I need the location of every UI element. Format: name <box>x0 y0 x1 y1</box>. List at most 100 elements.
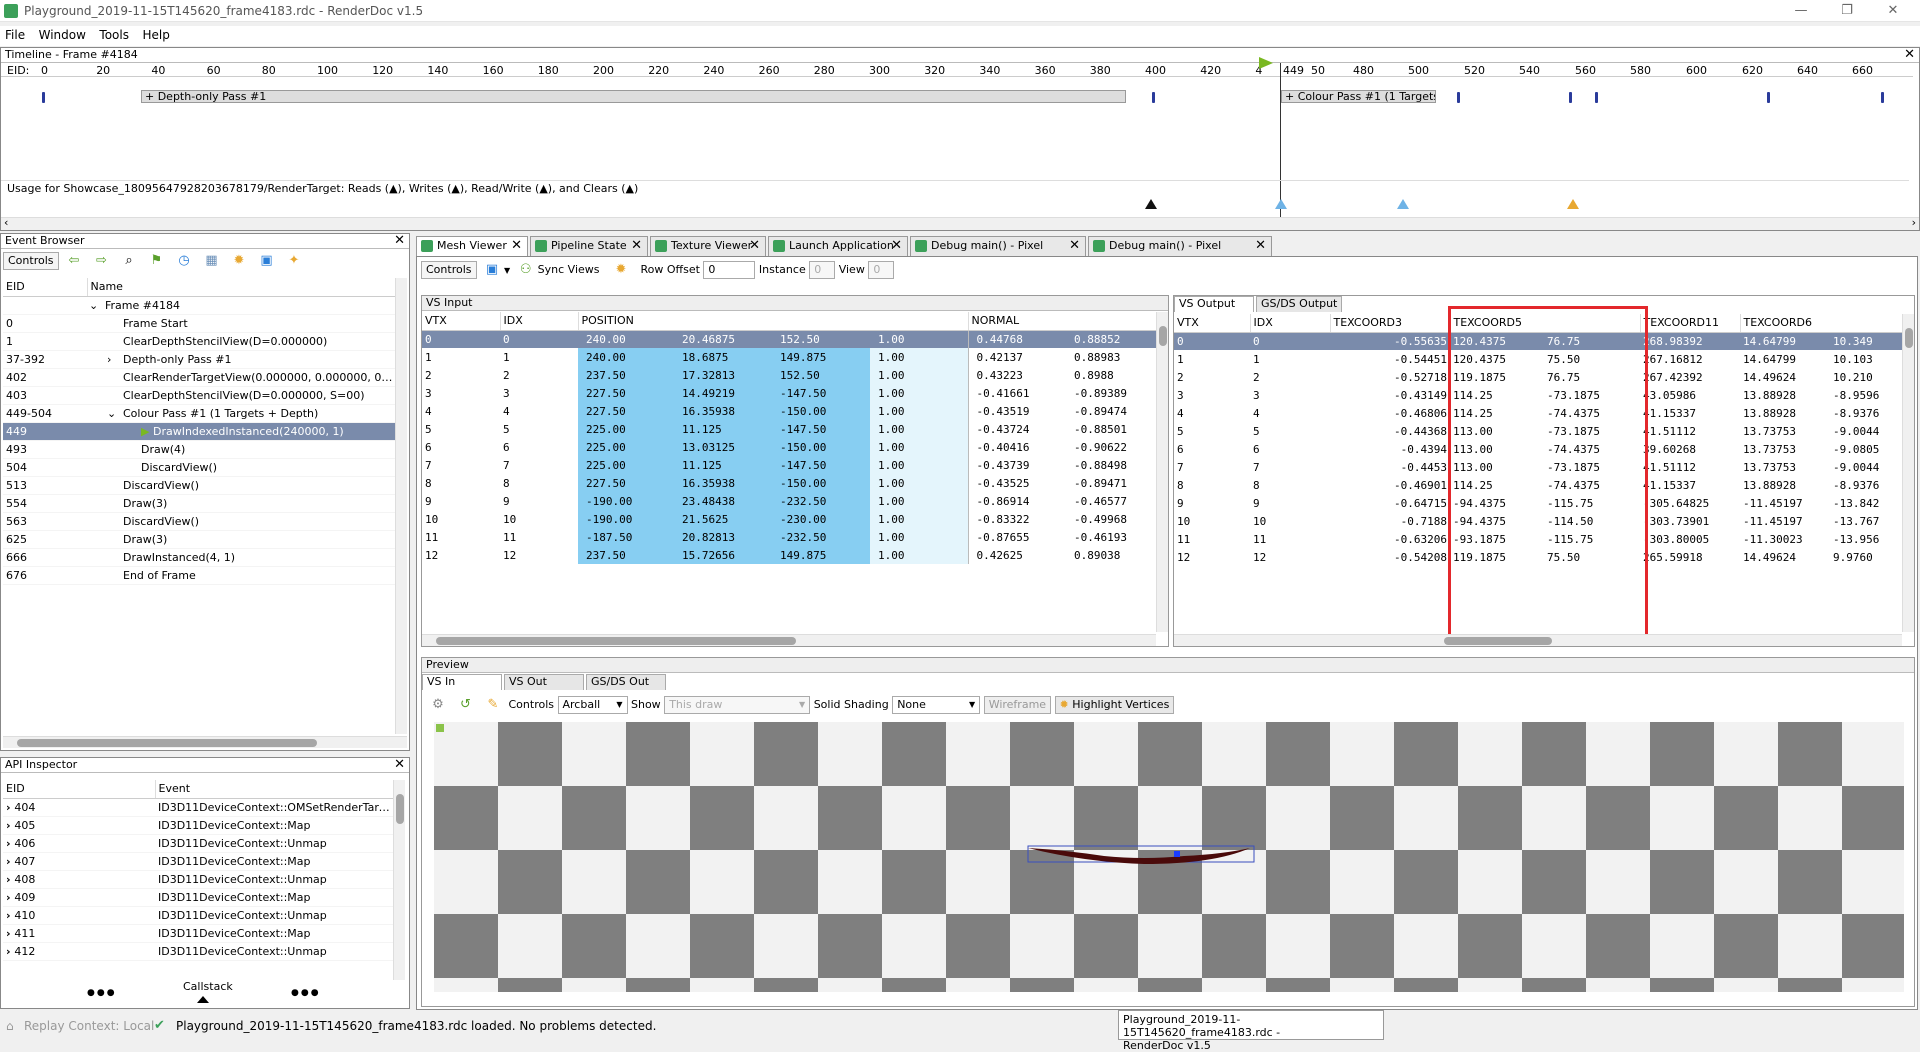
api-row[interactable]: › 405 ID3D11DeviceContext::Map <box>3 816 393 835</box>
vertex-row[interactable]: 1 1 240.00 18.6875 149.875 1.00 0.42137 0.88983 <box>422 348 1156 366</box>
vertex-output-row[interactable]: 0 0 -0.55635 120.4375 76.75 268.98392 14.64799… <box>1174 332 1903 350</box>
timeline-ruler[interactable]: EID: 0 20 40 60 80 100 120 140 160 180 200 220 240 26… <box>1 63 1913 77</box>
more-dots-icon[interactable]: ●●● <box>87 988 117 998</box>
close-window-button[interactable]: ✕ <box>1870 0 1916 22</box>
event-row[interactable]: 37-392 › Depth-only Pass #1 <box>3 350 397 369</box>
sync-views-icon[interactable]: ⚇ <box>518 263 534 277</box>
pick-icon[interactable]: ✎ <box>485 698 501 712</box>
event-marker[interactable] <box>1457 92 1460 103</box>
mesh-preview-viewport[interactable] <box>434 722 1904 996</box>
sync-views-label[interactable]: Sync Views <box>538 263 600 276</box>
current-event-flag-icon[interactable] <box>1259 57 1273 69</box>
colour-pass-bar[interactable]: + Colour Pass #1 (1 Targets ... <box>1281 90 1436 103</box>
column-header-event[interactable]: Event <box>155 780 394 799</box>
expand-up-icon[interactable] <box>197 996 209 1003</box>
column-header-vtx[interactable]: VTX <box>1174 314 1251 333</box>
controls-button[interactable]: Controls <box>421 261 477 279</box>
column-header-position[interactable]: POSITION <box>578 312 969 331</box>
column-header-vtx[interactable]: VTX <box>422 312 501 331</box>
vertex-output-row[interactable]: 9 9 -0.64715 -94.4375 -115.75 -305.64825 -11.4… <box>1174 494 1902 512</box>
save-icon[interactable]: ▣ <box>484 263 500 277</box>
event-row[interactable]: 1 ClearDepthStencilView(D=0.000000) <box>3 332 397 351</box>
event-marker[interactable] <box>1569 92 1572 103</box>
vertex-output-row[interactable]: 4 4 -0.46806 114.25 -74.4375 41.15337 13.88928… <box>1174 404 1902 422</box>
bookmark-flag-icon[interactable]: ⚑ <box>149 254 165 268</box>
tab-debug-main-pixel-1200-450[interactable]: Debug main() - Pixel 1200,450✕ <box>1088 236 1272 270</box>
time-clock-icon[interactable]: ◷ <box>176 254 192 268</box>
close-tab-icon[interactable]: ✕ <box>1069 237 1080 255</box>
expand-icon[interactable]: ⌄ <box>89 299 105 312</box>
close-icon[interactable]: ✕ <box>394 234 405 247</box>
vs-input-scrollbar-v[interactable] <box>1156 312 1168 632</box>
event-marker[interactable] <box>1881 92 1884 103</box>
vertex-output-row[interactable]: 12 12 -0.54208 119.1875 75.50 265.59918 14.496… <box>1174 548 1902 566</box>
wireframe-toggle[interactable]: Wireframe <box>983 696 1052 714</box>
vertex-row[interactable]: 5 5 225.00 11.125 -147.50 1.00 -0.43724 -0.8850… <box>422 420 1156 438</box>
menu-tools[interactable]: Tools <box>94 26 134 42</box>
event-marker[interactable] <box>42 92 45 103</box>
api-row[interactable]: › 411 ID3D11DeviceContext::Map <box>3 924 393 943</box>
replay-context-label[interactable]: Replay Context: Local <box>24 1019 154 1033</box>
event-row[interactable]: 666 DrawInstanced(4, 1) <box>3 548 397 567</box>
highlight-vertices-toggle[interactable]: ✹ Highlight Vertices <box>1054 696 1175 714</box>
vertex-output-row[interactable]: 5 5 -0.44368 113.00 -73.1875 41.51112 13.73753… <box>1174 422 1902 440</box>
vertex-output-row[interactable]: 10 10 -0.7188 -94.4375 -114.50 -303.73901 -11.… <box>1174 512 1902 530</box>
event-row[interactable]: 403 ClearDepthStencilView(D=0.000000, S=0… <box>3 386 397 405</box>
event-row[interactable]: 625 Draw(3) <box>3 530 397 549</box>
tab-texture-viewer[interactable]: Texture Viewer ✕ <box>650 236 766 256</box>
vs-output-scrollbar-v[interactable] <box>1902 314 1914 632</box>
event-row[interactable]: 504 DiscardView() <box>3 458 397 477</box>
write-marker-icon[interactable] <box>1397 199 1409 209</box>
api-row[interactable]: › 409 ID3D11DeviceContext::Map <box>3 888 393 907</box>
expand-icon[interactable]: › <box>107 353 123 366</box>
clear-marker-icon[interactable] <box>1145 199 1157 209</box>
event-marker[interactable] <box>1767 92 1770 103</box>
vertex-row[interactable]: 7 7 225.00 11.125 -147.50 1.00 -0.43739 -0.8849… <box>422 456 1156 474</box>
close-tab-icon[interactable]: ✕ <box>891 237 902 255</box>
api-row[interactable]: › 410 ID3D11DeviceContext::Unmap <box>3 906 393 925</box>
settings-gear-icon[interactable]: ✹ <box>231 254 247 268</box>
api-scrollbar-v[interactable] <box>393 780 405 980</box>
vertex-output-row[interactable]: 11 11 -0.63206 -93.1875 -115.75 -303.80005 -11… <box>1174 530 1902 548</box>
close-icon[interactable]: ✕ <box>394 758 405 771</box>
vertex-output-row[interactable]: 2 2 -0.52718 119.1875 76.75 267.42392 14.49624… <box>1174 368 1902 386</box>
close-tab-icon[interactable]: ✕ <box>749 237 760 255</box>
column-header-texcoord5[interactable]: TEXCOORD5 <box>1450 314 1641 333</box>
vertex-row[interactable]: 0 0 240.00 20.46875 152.50 1.00 0.44768 0.88852 <box>422 330 1156 348</box>
vertex-row[interactable]: 11 11 -187.50 20.82813 -232.50 1.00 -0.87655 -0… <box>422 528 1156 546</box>
event-scrollbar-v[interactable] <box>395 278 407 734</box>
menu-help[interactable]: Help <box>137 26 174 42</box>
menu-window[interactable]: Window <box>34 26 91 42</box>
event-row[interactable]: 402 ClearRenderTargetView(0.000000, 0.000… <box>3 368 397 387</box>
close-icon[interactable]: ✕ <box>1904 48 1915 61</box>
read-marker-icon[interactable] <box>1567 199 1579 209</box>
callstack-toggle[interactable]: Callstack <box>183 980 233 993</box>
controls-select[interactable]: Arcball ▼ <box>557 696 628 714</box>
column-header-texcoord11[interactable]: TEXCOORD11 <box>1640 314 1741 333</box>
event-row[interactable]: 676 End of Frame <box>3 566 397 585</box>
tab-gs-ds-output[interactable]: GS/DS Output <box>1256 296 1342 312</box>
maximize-button[interactable]: ❐ <box>1824 0 1870 22</box>
tab-vs-in[interactable]: VS In <box>422 674 502 690</box>
event-row[interactable]: 563 DiscardView() <box>3 512 397 531</box>
scroll-left-icon[interactable]: ‹ <box>4 216 8 229</box>
tab-pipeline-state[interactable]: Pipeline State ✕ <box>530 236 648 256</box>
column-header-name[interactable]: Name <box>87 278 398 297</box>
event-row[interactable]: 554 Draw(3) <box>3 494 397 513</box>
write-marker-icon[interactable] <box>1275 199 1287 209</box>
event-row[interactable]: 513 DiscardView() <box>3 476 397 495</box>
vertex-row[interactable]: 6 6 225.00 13.03125 -150.00 1.00 -0.40416 -0.90… <box>422 438 1156 456</box>
tab-launch-application[interactable]: Launch Application ✕ <box>768 236 908 256</box>
column-header-texcoord3[interactable]: TEXCOORD3 <box>1330 314 1451 333</box>
vertex-output-row[interactable]: 1 1 -0.54451 120.4375 75.50 267.16812 14.64799… <box>1174 350 1902 368</box>
tab-debug-main-pixel-50-600[interactable]: Debug main() - Pixel 50,600✕ <box>910 236 1086 270</box>
reset-camera-icon[interactable]: ↺ <box>458 698 474 712</box>
vertex-row[interactable]: 10 10 -190.00 21.5625 -230.00 1.00 -0.83322 -0.… <box>422 510 1156 528</box>
event-scrollbar-h[interactable] <box>3 736 407 748</box>
vertex-output-row[interactable]: 6 6 -0.4394 113.00 -74.4375 39.60268 13.73753 -… <box>1174 440 1902 458</box>
tab-vs-out[interactable]: VS Out <box>504 674 584 690</box>
vertex-row[interactable]: 12 12 237.50 15.72656 149.875 1.00 0.42625 0.89… <box>422 546 1156 564</box>
depth-only-pass-bar[interactable]: + Depth-only Pass #1 <box>141 90 1126 103</box>
vertex-row[interactable]: 8 8 227.50 16.35938 -150.00 1.00 -0.43525 -0.89… <box>422 474 1156 492</box>
vertex-output-row[interactable]: 8 8 -0.46901 114.25 -74.4375 41.15337 13.88928… <box>1174 476 1902 494</box>
